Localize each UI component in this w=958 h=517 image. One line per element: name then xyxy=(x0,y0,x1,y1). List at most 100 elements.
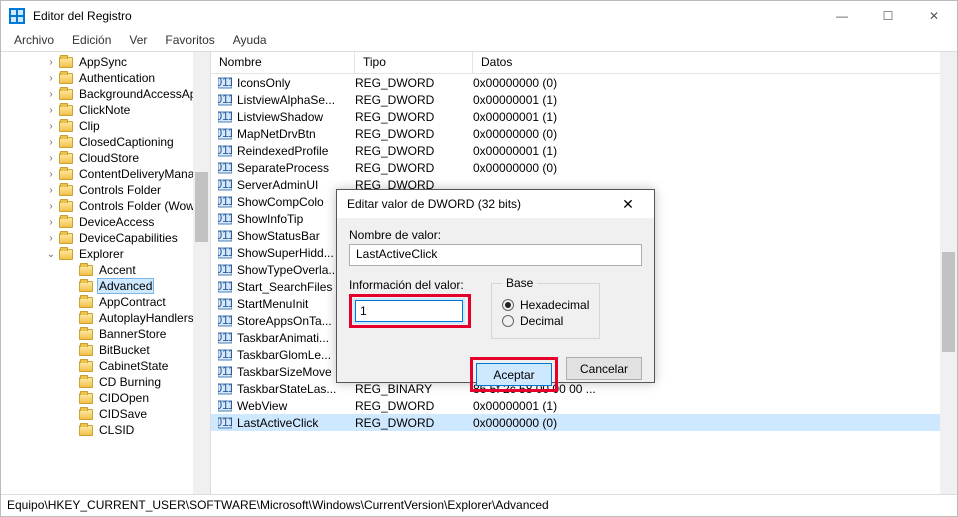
minimize-button[interactable]: — xyxy=(819,1,865,31)
cell-data: 0x00000000 (0) xyxy=(473,127,957,141)
tree-item[interactable]: ›Controls Folder xyxy=(1,182,210,198)
tree-item[interactable]: CabinetState xyxy=(1,358,210,374)
reg-value-icon: 011 xyxy=(217,92,233,108)
reg-value-icon: 011 xyxy=(217,75,233,91)
folder-icon xyxy=(79,297,93,308)
list-row[interactable]: 011ListviewShadowREG_DWORD0x00000001 (1) xyxy=(211,108,957,125)
menu-edit[interactable]: Edición xyxy=(63,31,120,51)
list-row[interactable]: 011ListviewAlphaSe...REG_DWORD0x00000001… xyxy=(211,91,957,108)
col-data[interactable]: Datos xyxy=(473,52,957,73)
chevron-right-icon[interactable]: › xyxy=(45,88,57,100)
tree-item[interactable]: ›ClosedCaptioning xyxy=(1,134,210,150)
reg-value-icon: 011 xyxy=(217,347,233,363)
registry-tree[interactable]: ›AppSync›Authentication›BackgroundAccess… xyxy=(1,54,210,438)
menu-view[interactable]: Ver xyxy=(120,31,156,51)
chevron-right-icon[interactable]: › xyxy=(45,184,57,196)
tree-item[interactable]: ›Controls Folder (Wow xyxy=(1,198,210,214)
cell-data: 0x00000001 (1) xyxy=(473,93,957,107)
cell-type: REG_DWORD xyxy=(355,110,473,124)
radio-dec[interactable]: Decimal xyxy=(502,314,589,328)
radio-hex[interactable]: Hexadecimal xyxy=(502,298,589,312)
reg-value-icon: 011 xyxy=(217,228,233,244)
folder-icon xyxy=(59,73,73,84)
chevron-right-icon[interactable]: › xyxy=(45,120,57,132)
list-row[interactable]: 011IconsOnlyREG_DWORD0x00000000 (0) xyxy=(211,74,957,91)
tree-item[interactable]: CD Burning xyxy=(1,374,210,390)
list-scroll-thumb[interactable] xyxy=(942,252,955,352)
tree-item-label: BackgroundAccessAp xyxy=(77,87,198,101)
cell-type: REG_DWORD xyxy=(355,399,473,413)
reg-value-icon: 011 xyxy=(217,177,233,193)
tree-item[interactable]: ›ClickNote xyxy=(1,102,210,118)
value-name-label: Nombre de valor: xyxy=(349,228,642,242)
svg-text:011: 011 xyxy=(218,76,232,89)
cell-data: 0x00000000 (0) xyxy=(473,161,957,175)
list-row[interactable]: 011SeparateProcessREG_DWORD0x00000000 (0… xyxy=(211,159,957,176)
close-button[interactable]: ✕ xyxy=(911,1,957,31)
tree-item[interactable]: CLSID xyxy=(1,422,210,438)
chevron-right-icon[interactable]: › xyxy=(45,200,57,212)
tree-item[interactable]: › BackgroundAccessAp xyxy=(1,86,210,102)
chevron-right-icon[interactable]: › xyxy=(45,152,57,164)
reg-value-icon: 011 xyxy=(217,381,233,397)
cancel-button[interactable]: Cancelar xyxy=(566,357,642,380)
tree-item[interactable]: Accent xyxy=(1,262,210,278)
tree-item[interactable]: ›AppSync xyxy=(1,54,210,70)
tree-scroll-thumb[interactable] xyxy=(195,172,208,242)
chevron-right-icon[interactable]: › xyxy=(45,56,57,68)
maximize-button[interactable]: ☐ xyxy=(865,1,911,31)
chevron-right-icon[interactable]: › xyxy=(45,136,57,148)
tree-item[interactable]: Advanced xyxy=(1,278,210,294)
col-name[interactable]: Nombre xyxy=(211,52,355,73)
svg-text:011: 011 xyxy=(218,416,232,429)
value-data-input[interactable] xyxy=(355,300,463,322)
list-row[interactable]: 011ReindexedProfileREG_DWORD0x00000001 (… xyxy=(211,142,957,159)
folder-icon xyxy=(79,425,93,436)
cell-name: WebView xyxy=(237,399,355,413)
list-row[interactable]: 011MapNetDrvBtnREG_DWORD0x00000000 (0) xyxy=(211,125,957,142)
folder-icon xyxy=(79,377,93,388)
col-type[interactable]: Tipo xyxy=(355,52,473,73)
tree-item[interactable]: ›Authentication xyxy=(1,70,210,86)
tree-item[interactable]: AutoplayHandlers xyxy=(1,310,210,326)
tree-item[interactable]: ›ContentDeliveryMana xyxy=(1,166,210,182)
cell-name: ReindexedProfile xyxy=(237,144,355,158)
tree-item[interactable]: CIDSave xyxy=(1,406,210,422)
tree-item[interactable]: ›CloudStore xyxy=(1,150,210,166)
tree-item[interactable]: AppContract xyxy=(1,294,210,310)
tree-item[interactable]: ⌄Explorer xyxy=(1,246,210,262)
chevron-right-icon[interactable]: › xyxy=(45,232,57,244)
chevron-right-icon[interactable]: › xyxy=(45,104,57,116)
accept-button[interactable]: Aceptar xyxy=(476,363,552,386)
chevron-right-icon[interactable]: › xyxy=(45,72,57,84)
tree-item[interactable]: ›Clip xyxy=(1,118,210,134)
tree-item[interactable]: CIDOpen xyxy=(1,390,210,406)
svg-text:011: 011 xyxy=(218,382,232,395)
cell-type: REG_DWORD xyxy=(355,76,473,90)
tree-item[interactable]: BannerStore xyxy=(1,326,210,342)
menu-help[interactable]: Ayuda xyxy=(224,31,276,51)
cell-type: REG_DWORD xyxy=(355,93,473,107)
tree-item-label: BannerStore xyxy=(97,327,168,341)
cell-data: 0x00000001 (1) xyxy=(473,110,957,124)
chevron-right-icon[interactable]: › xyxy=(45,216,57,228)
tree-item[interactable]: ›DeviceCapabilities xyxy=(1,230,210,246)
folder-icon xyxy=(79,329,93,340)
tree-item-label: AppContract xyxy=(97,295,168,309)
list-row[interactable]: 011LastActiveClickREG_DWORD0x00000000 (0… xyxy=(211,414,957,431)
menu-file[interactable]: Archivo xyxy=(5,31,63,51)
base-legend: Base xyxy=(502,276,537,290)
tree-scrollbar[interactable] xyxy=(193,52,210,494)
menu-favorites[interactable]: Favoritos xyxy=(156,31,223,51)
chevron-right-icon[interactable]: › xyxy=(45,168,57,180)
tree-item[interactable]: BitBucket xyxy=(1,342,210,358)
value-name-field[interactable]: LastActiveClick xyxy=(349,244,642,266)
expander-none xyxy=(65,264,77,276)
dialog-close-button[interactable]: ✕ xyxy=(608,196,648,213)
expander-none xyxy=(65,344,77,356)
list-scrollbar[interactable] xyxy=(940,52,957,494)
tree-item[interactable]: ›DeviceAccess xyxy=(1,214,210,230)
chevron-down-icon[interactable]: ⌄ xyxy=(45,248,57,260)
tree-item-label: CIDSave xyxy=(97,407,149,421)
svg-text:011: 011 xyxy=(218,93,232,106)
